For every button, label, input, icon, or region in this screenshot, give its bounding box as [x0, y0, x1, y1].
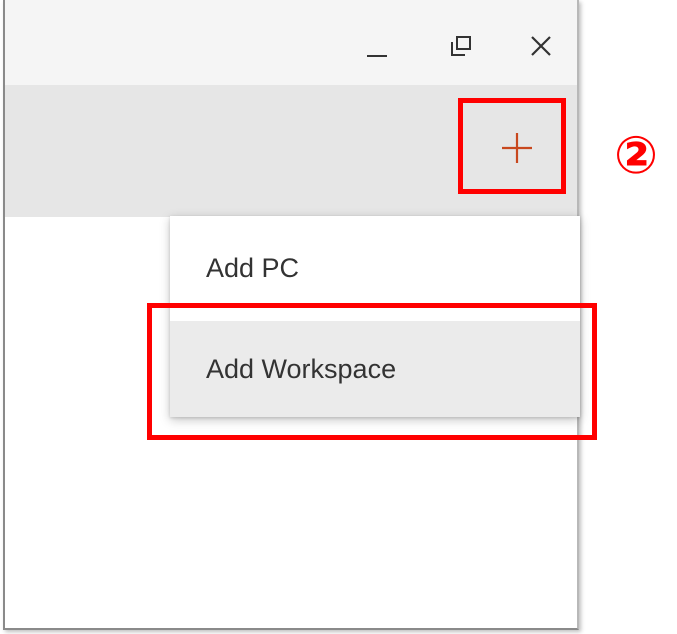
minimize-button[interactable]: [347, 18, 407, 74]
menu-item-label: Add Workspace: [206, 353, 397, 384]
menu-item-add-workspace[interactable]: Add Workspace: [170, 321, 580, 417]
menu-item-add-pc[interactable]: Add PC: [170, 216, 580, 321]
close-button[interactable]: [511, 18, 571, 74]
add-dropdown-menu: Add PC Add Workspace: [170, 216, 580, 417]
plus-icon: [502, 133, 532, 163]
minimize-icon: [367, 55, 387, 57]
add-button[interactable]: [467, 100, 567, 196]
tutorial-screenshot: Add PC Add Workspace ②: [0, 0, 677, 634]
app-window: Add PC Add Workspace: [3, 0, 580, 630]
restore-button[interactable]: [431, 18, 491, 74]
close-icon: [531, 36, 551, 56]
title-bar: [5, 0, 577, 85]
toolbar: [5, 85, 577, 217]
restore-icon: [451, 36, 471, 56]
menu-item-label: Add PC: [206, 253, 300, 283]
step-number-badge: ②: [613, 126, 659, 186]
